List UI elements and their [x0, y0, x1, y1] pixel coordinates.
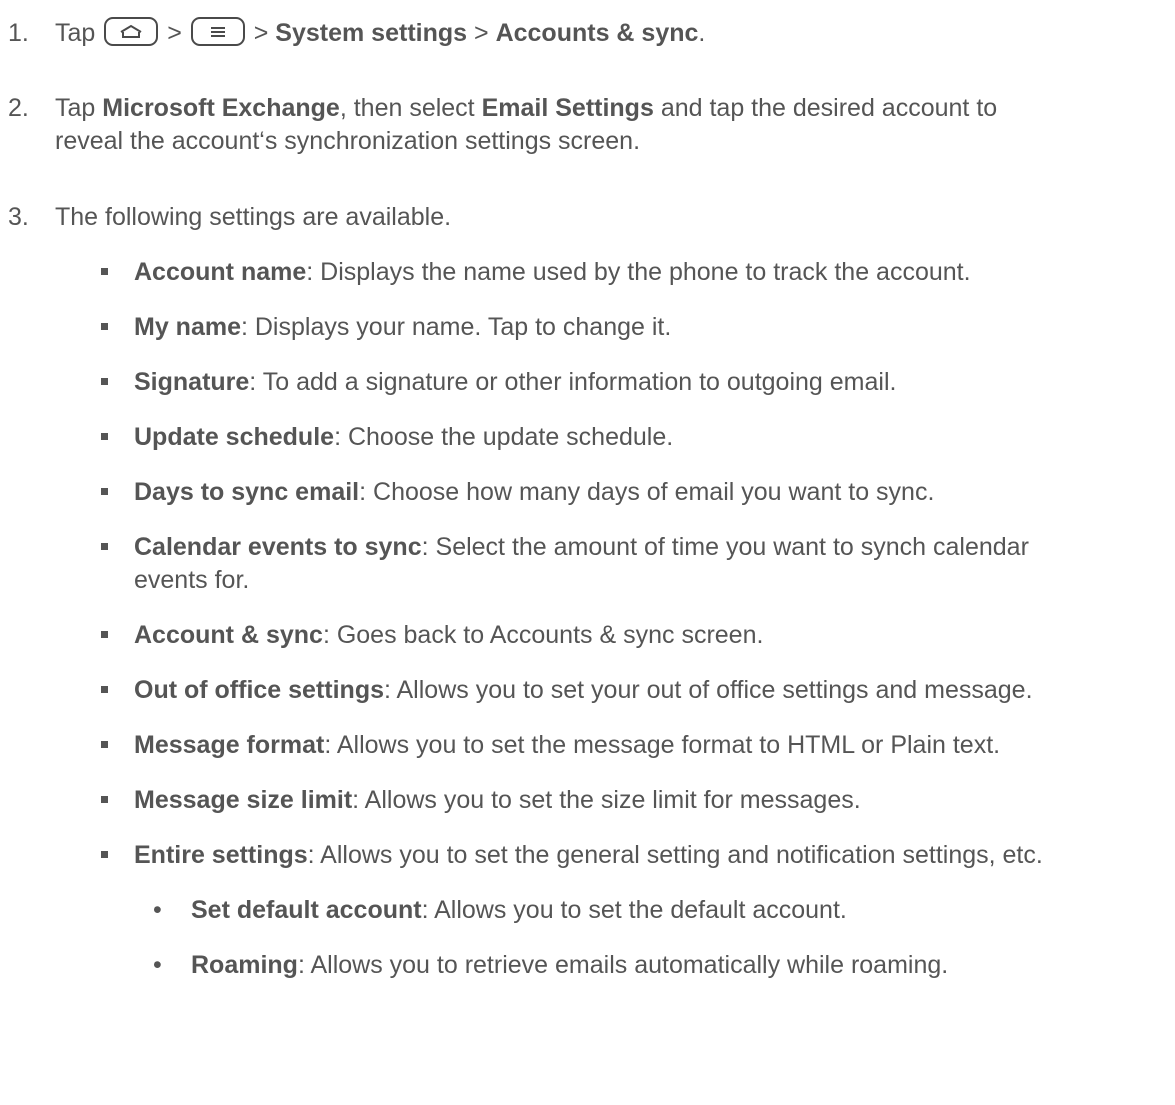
- bullet-mark: [101, 851, 108, 858]
- home-icon: [104, 17, 159, 46]
- bullet-mark: [101, 543, 108, 550]
- menu-icon: [190, 17, 245, 46]
- bullet-mark: [101, 378, 108, 385]
- bullet-mark: [101, 323, 108, 330]
- bullet-mark: [101, 268, 108, 275]
- step-text: Tap > > System settings > Accounts & syn…: [55, 17, 706, 47]
- bullet-mark: [101, 488, 108, 495]
- bullet-mark: [101, 741, 108, 748]
- step-number: 1.: [8, 19, 29, 47]
- bullet-mark: [101, 433, 108, 440]
- step-text: Tap Microsoft Exchange, then select Emai…: [55, 94, 998, 155]
- step-text: The following settings are available.: [55, 203, 452, 231]
- bullet-mark: [101, 631, 108, 638]
- bullet-mark: [101, 796, 108, 803]
- email-settings-label: Email Settings: [481, 94, 654, 122]
- bullet-dot: •: [153, 951, 162, 979]
- system-settings-label: System settings: [275, 19, 468, 47]
- step-number: 3.: [8, 203, 29, 231]
- step-number: 2.: [8, 94, 29, 122]
- bullet-dot: •: [153, 896, 162, 924]
- bullet-mark: [101, 686, 108, 693]
- microsoft-exchange-label: Microsoft Exchange: [102, 94, 340, 122]
- accounts-sync-label: Accounts & sync: [495, 19, 699, 47]
